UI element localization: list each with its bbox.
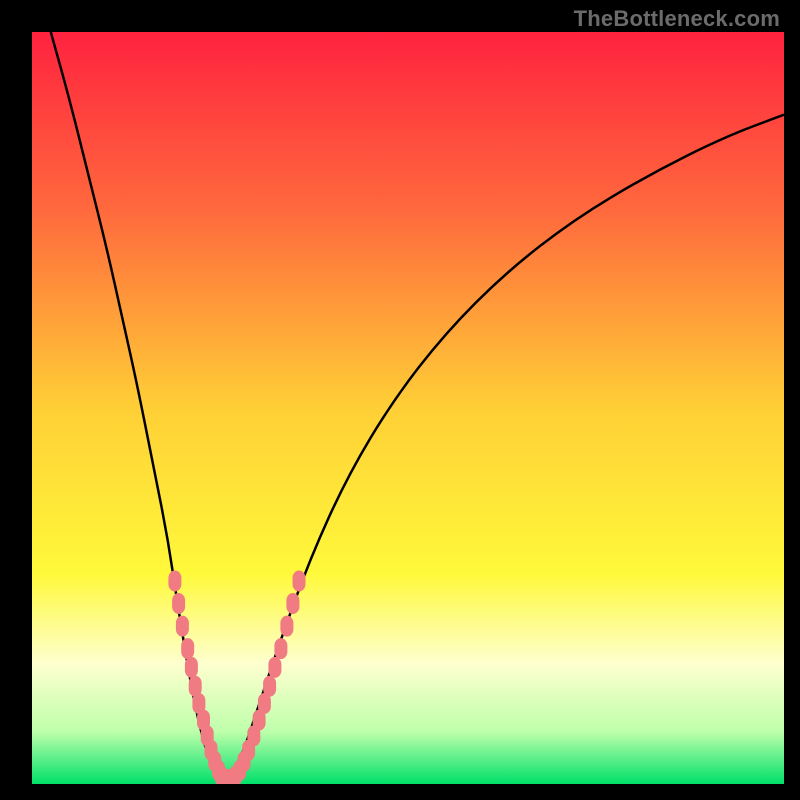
- bead-marker: [173, 594, 185, 614]
- bead-marker: [281, 616, 293, 636]
- plot-area: [32, 32, 784, 784]
- watermark-text: TheBottleneck.com: [574, 6, 780, 32]
- bead-marker: [287, 594, 299, 614]
- curves-layer: [32, 32, 784, 784]
- bead-marker: [293, 571, 305, 591]
- outer-frame: TheBottleneck.com: [0, 0, 800, 800]
- bead-group: [169, 571, 305, 784]
- bead-marker: [176, 616, 188, 636]
- right-curve: [228, 115, 785, 784]
- bead-marker: [182, 639, 194, 659]
- bead-marker: [275, 639, 287, 659]
- bead-marker: [169, 571, 181, 591]
- bead-marker: [269, 657, 281, 677]
- bead-marker: [264, 676, 276, 696]
- bead-marker: [185, 657, 197, 677]
